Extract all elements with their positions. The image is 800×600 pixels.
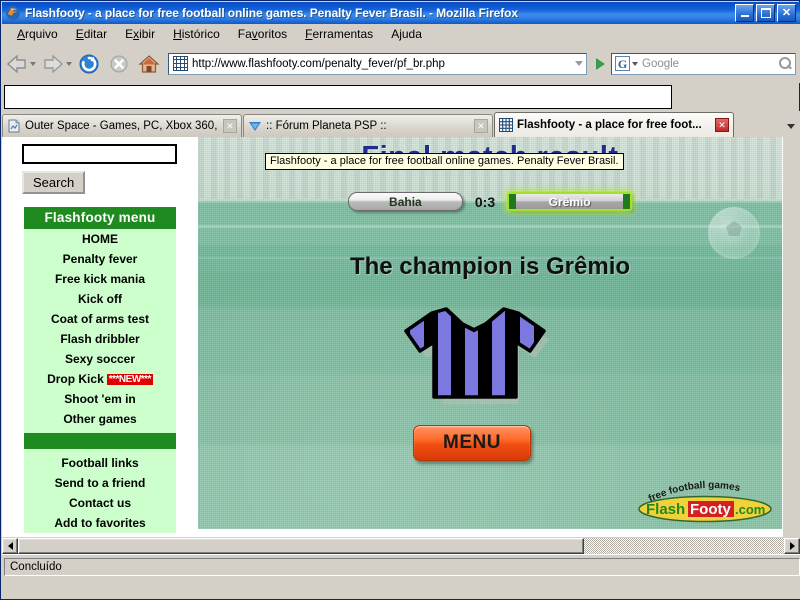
- tab-label: Outer Space - Games, PC, Xbox 360, ...: [25, 120, 219, 132]
- flashfooty-logo[interactable]: free football games Flash Footy .com: [636, 473, 774, 523]
- sidebar-item-other-games[interactable]: Other games: [24, 409, 176, 429]
- firefox-icon: [5, 5, 21, 21]
- sidebar-item-add-to-favorites[interactable]: Add to favorites: [24, 513, 176, 533]
- flashfooty-icon: [499, 118, 513, 132]
- menu-ferramentas[interactable]: Ferramentas: [296, 25, 382, 43]
- sidebar-item-flash-dribbler[interactable]: Flash dribbler: [24, 329, 176, 349]
- reload-button[interactable]: [74, 49, 104, 79]
- sidebar-item-penalty-fever[interactable]: Penalty fever: [24, 249, 176, 269]
- horizontal-scrollbar[interactable]: [2, 537, 800, 554]
- sidebar-item-kick-off[interactable]: Kick off: [24, 289, 176, 309]
- site-search-input[interactable]: [22, 144, 177, 164]
- url-bar[interactable]: http://www.flashfooty.com/penalty_fever/…: [168, 52, 587, 75]
- menu-header: Flashfooty menu: [24, 207, 176, 229]
- search-icon[interactable]: [775, 54, 795, 74]
- window-title: Flashfooty - a place for free football o…: [25, 6, 518, 20]
- tab-close-icon[interactable]: ✕: [223, 119, 237, 133]
- tab-flashfooty[interactable]: Flashfooty - a place for free foot... ✕: [494, 112, 734, 137]
- menu-editar[interactable]: Editar: [67, 25, 116, 43]
- tab-list-button[interactable]: [782, 115, 800, 137]
- tab-bar: Outer Space - Games, PC, Xbox 360, ... ✕…: [2, 111, 800, 137]
- page-icon: [7, 119, 21, 133]
- football-icon: [708, 207, 760, 259]
- window-bottom-edge: [2, 578, 800, 599]
- status-text: Concluído: [10, 560, 62, 573]
- scroll-right-button[interactable]: [784, 537, 800, 554]
- close-button[interactable]: ✕: [777, 4, 796, 22]
- menu-arquivo[interactable]: AArquivorquivo: [8, 25, 67, 43]
- sidebar-item-send-to-a-friend[interactable]: Send to a friend: [24, 473, 176, 493]
- vertical-scrollbar[interactable]: [782, 137, 800, 537]
- forward-button[interactable]: [38, 49, 68, 79]
- search-bar[interactable]: G Google: [611, 52, 796, 75]
- tab-label: Flashfooty - a place for free foot...: [517, 119, 702, 131]
- google-logo-icon[interactable]: G: [615, 56, 630, 71]
- menu-button[interactable]: MENU: [413, 425, 531, 461]
- sidebar-item-coat-of-arms-test[interactable]: Coat of arms test: [24, 309, 176, 329]
- go-button[interactable]: [589, 53, 611, 75]
- new-badge: ***NEW***: [106, 374, 153, 386]
- sidebar-item-sexy-soccer[interactable]: Sexy soccer: [24, 349, 176, 369]
- minimize-button[interactable]: [735, 4, 754, 22]
- url-dropdown-caret-icon[interactable]: [572, 54, 586, 74]
- tab-close-icon[interactable]: ✕: [474, 119, 488, 133]
- svg-text:.com: .com: [735, 502, 765, 517]
- navigation-toolbar: http://www.flashfooty.com/penalty_fever/…: [2, 44, 800, 83]
- page-tooltip: Flashfooty - a place for free football o…: [265, 153, 624, 170]
- menu-favoritos[interactable]: Favoritos: [229, 25, 296, 43]
- sidebar-item-contact-us[interactable]: Contact us: [24, 493, 176, 513]
- home-button[interactable]: [134, 49, 164, 79]
- away-team-plate: Grêmio: [507, 192, 633, 211]
- search-input[interactable]: Google: [638, 58, 775, 70]
- score-value: 0:3: [474, 193, 496, 210]
- maximize-button[interactable]: [756, 4, 775, 22]
- sidebar-item-free-kick-mania[interactable]: Free kick mania: [24, 269, 176, 289]
- menu-exibir[interactable]: Exibir: [116, 25, 164, 43]
- browser-window: Flashfooty - a place for free football o…: [0, 0, 800, 600]
- site-favicon-icon: [173, 56, 188, 71]
- champion-text: The champion is Grêmio: [349, 253, 631, 280]
- bookmarks-toolbar[interactable]: [4, 85, 672, 109]
- tab-label: :: Fórum Planeta PSP ::: [266, 120, 387, 132]
- sidebar-item-drop-kick[interactable]: Drop Kick ***NEW***: [24, 369, 176, 389]
- title-bar: Flashfooty - a place for free football o…: [2, 2, 800, 24]
- menu-historico[interactable]: Histórico: [164, 25, 229, 43]
- svg-text:Flash: Flash: [646, 501, 685, 518]
- tab-forum-planeta-psp[interactable]: :: Fórum Planeta PSP :: ✕: [243, 114, 493, 137]
- svg-text:Footy: Footy: [690, 501, 731, 518]
- sidebar-item-home[interactable]: HOME: [24, 229, 176, 249]
- champion-jersey-icon: [394, 297, 554, 407]
- psp-icon: [248, 119, 262, 133]
- site-sidebar: Search Flashfooty menu HOME Penalty feve…: [2, 137, 198, 537]
- menu-ajuda[interactable]: Ajuda: [382, 25, 431, 43]
- sidebar-item-label: Drop Kick: [47, 372, 104, 386]
- sidebar-item-football-links[interactable]: Football links: [24, 453, 176, 473]
- flash-game-stage[interactable]: Final match result Bahia 0:3 Grêmio The …: [198, 137, 782, 529]
- stop-button[interactable]: [104, 49, 134, 79]
- scroll-thumb[interactable]: [18, 537, 584, 554]
- sidebar-item-shoot-em-in[interactable]: Shoot 'em in: [24, 389, 176, 409]
- tab-close-icon[interactable]: ✕: [715, 118, 729, 132]
- tab-outer-space[interactable]: Outer Space - Games, PC, Xbox 360, ... ✕: [2, 114, 242, 137]
- status-panel: Concluído: [4, 557, 800, 576]
- score-line: Bahia 0:3 Grêmio: [198, 192, 782, 211]
- menu-separator: [24, 433, 176, 449]
- site-search-button[interactable]: Search: [22, 171, 86, 194]
- page-viewport: Search Flashfooty menu HOME Penalty feve…: [2, 137, 800, 537]
- scroll-track[interactable]: [584, 537, 784, 554]
- scroll-left-button[interactable]: [2, 537, 18, 554]
- home-team-plate: Bahia: [347, 192, 463, 211]
- status-bar: Concluído: [2, 554, 800, 578]
- flashfooty-menu: Flashfooty menu HOME Penalty fever Free …: [24, 207, 176, 533]
- window-controls: ✕: [735, 4, 796, 22]
- field-line: [198, 225, 782, 228]
- back-button[interactable]: [2, 49, 32, 79]
- menu-bar: AArquivorquivo Editar Exibir Histórico F…: [2, 24, 800, 44]
- url-text[interactable]: http://www.flashfooty.com/penalty_fever/…: [192, 58, 572, 70]
